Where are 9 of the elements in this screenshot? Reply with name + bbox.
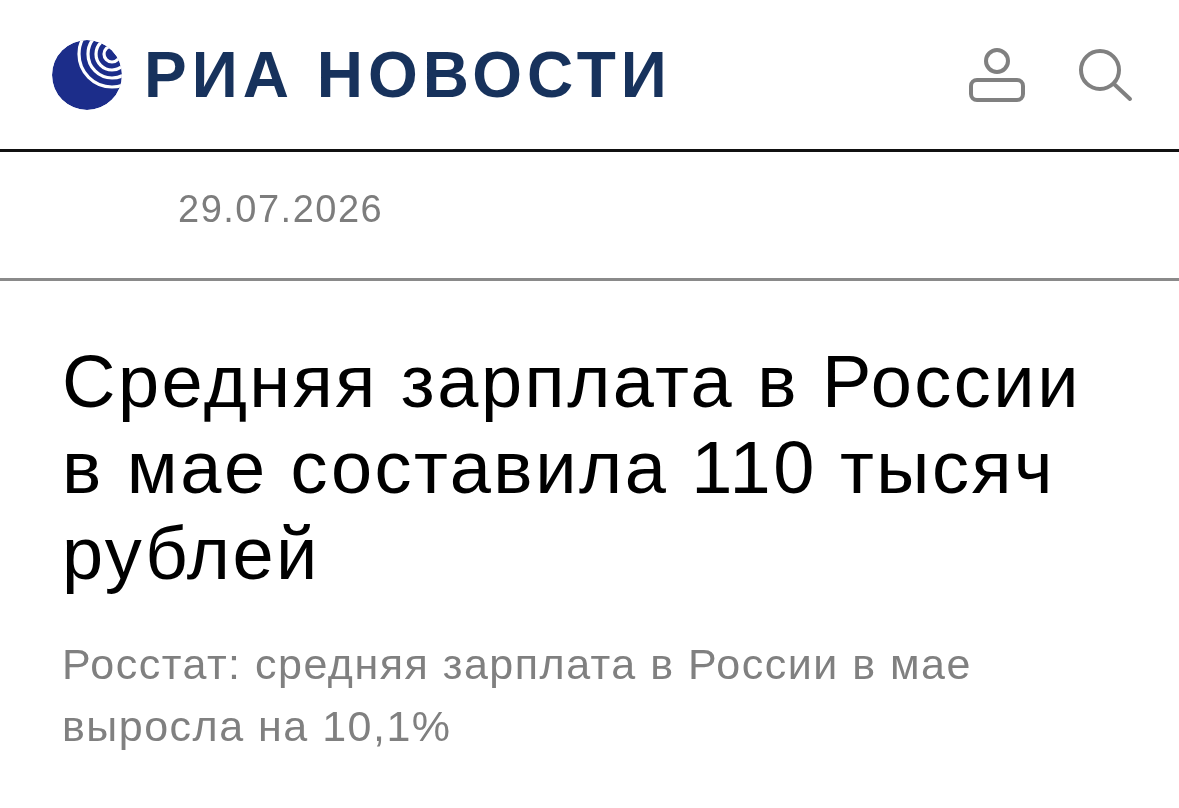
site-logo-text[interactable]: РИА НОВОСТИ [144,42,672,107]
search-icon [1077,47,1133,102]
person-icon [969,47,1025,102]
globe-logo-icon[interactable] [52,39,122,110]
search-button[interactable] [1077,47,1133,102]
article-lead: Росстат: средняя зарплата в России в мае выросла на 10,1% [62,639,973,752]
publish-date: 29.07.2026 [178,187,384,231]
article-headline: Средняя зарплата в России в мае составила 110 тысяч рублей [62,339,1082,597]
profile-button[interactable] [969,47,1025,102]
